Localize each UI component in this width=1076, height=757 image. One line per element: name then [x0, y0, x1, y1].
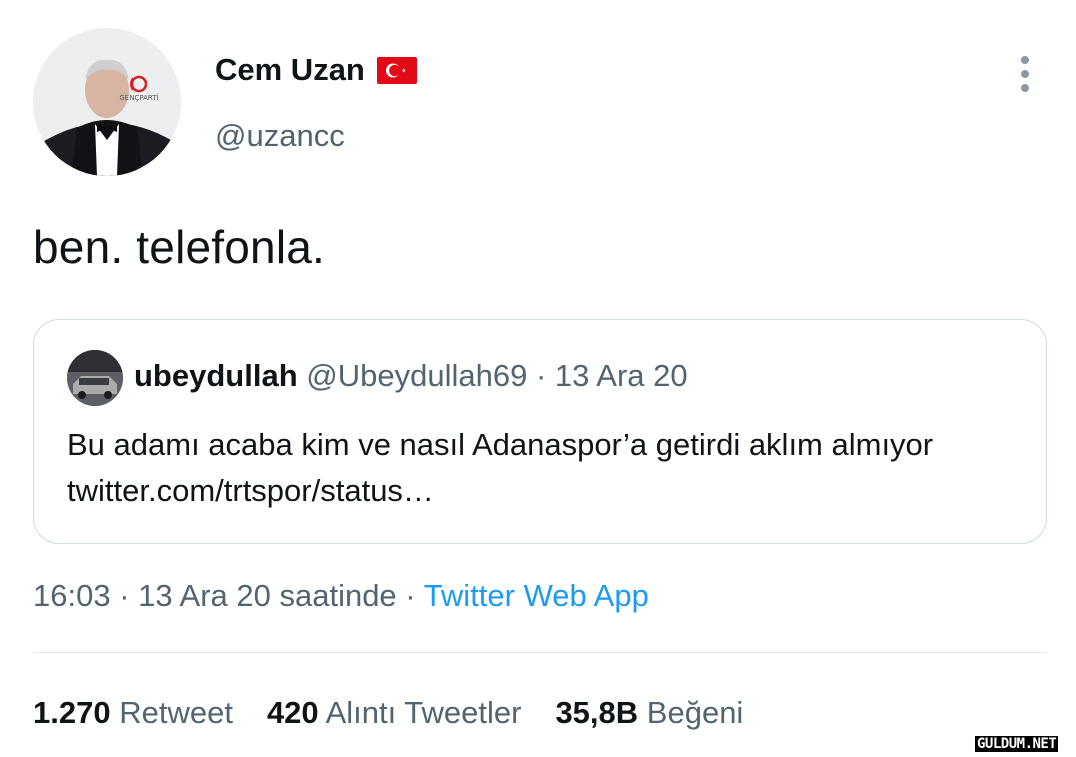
author-name[interactable]: Cem Uzan — [215, 52, 365, 88]
retweets-label: Retweet — [119, 695, 233, 730]
tweet-source-link[interactable]: Twitter Web App — [424, 578, 649, 613]
tweet-meta: 16:03 · 13 Ara 20 saatinde · Twitter Web… — [33, 578, 649, 614]
quoted-tweet-card[interactable]: ubeydullah @Ubeydullah69 · 13 Ara 20 Bu … — [33, 319, 1047, 544]
likes-count: 35,8B — [555, 695, 639, 730]
watermark: GULDUM.NET — [975, 736, 1059, 752]
tweet-stats: 1.270 Retweet 420 Alıntı Tweetler 35,8B … — [33, 695, 743, 731]
more-dot — [1021, 70, 1029, 78]
more-dot — [1021, 84, 1029, 92]
quoted-author-avatar[interactable] — [67, 350, 123, 406]
retweets-count: 1.270 — [33, 695, 111, 730]
author-avatar[interactable]: GENÇPARTİ — [33, 28, 181, 176]
quotes-label: Alıntı Tweetler — [325, 695, 522, 730]
author-avatar-image: GENÇPARTİ — [33, 28, 181, 176]
meta-separator: · — [110, 578, 139, 613]
tweet-date[interactable]: 13 Ara 20 saatinde — [138, 578, 397, 613]
quoted-author-handle[interactable]: @Ubeydullah69 — [306, 358, 527, 393]
quotes-count: 420 — [266, 695, 319, 730]
quoted-header: ubeydullah @Ubeydullah69 · 13 Ara 20 — [134, 358, 688, 394]
more-dot — [1021, 56, 1029, 64]
tweet-text: ben. telefonla. — [33, 221, 326, 273]
retweets-stat[interactable]: 1.270 Retweet — [33, 695, 233, 731]
author-name-row[interactable]: Cem Uzan — [215, 52, 417, 88]
avatar-logo-text: GENÇPARTİ — [119, 93, 158, 102]
quoted-author-name[interactable]: ubeydullah — [134, 358, 298, 393]
quoted-avatar-image — [67, 350, 123, 406]
divider — [33, 652, 1047, 653]
quotes-stat[interactable]: 420 Alıntı Tweetler — [267, 695, 522, 731]
quoted-tweet-text: Bu adamı acaba kim ve nasıl Adanaspor’a … — [67, 427, 934, 508]
quoted-separator: · — [527, 358, 555, 393]
likes-label: Beğeni — [646, 695, 744, 730]
likes-stat[interactable]: 35,8B Beğeni — [555, 695, 743, 731]
quoted-date: 13 Ara 20 — [554, 358, 688, 393]
turkey-flag-icon — [376, 56, 417, 84]
tweet-time[interactable]: 16:03 — [33, 578, 111, 613]
meta-separator: · — [396, 578, 424, 613]
author-handle[interactable]: @uzancc — [215, 118, 345, 154]
more-options-icon[interactable] — [1010, 54, 1040, 94]
